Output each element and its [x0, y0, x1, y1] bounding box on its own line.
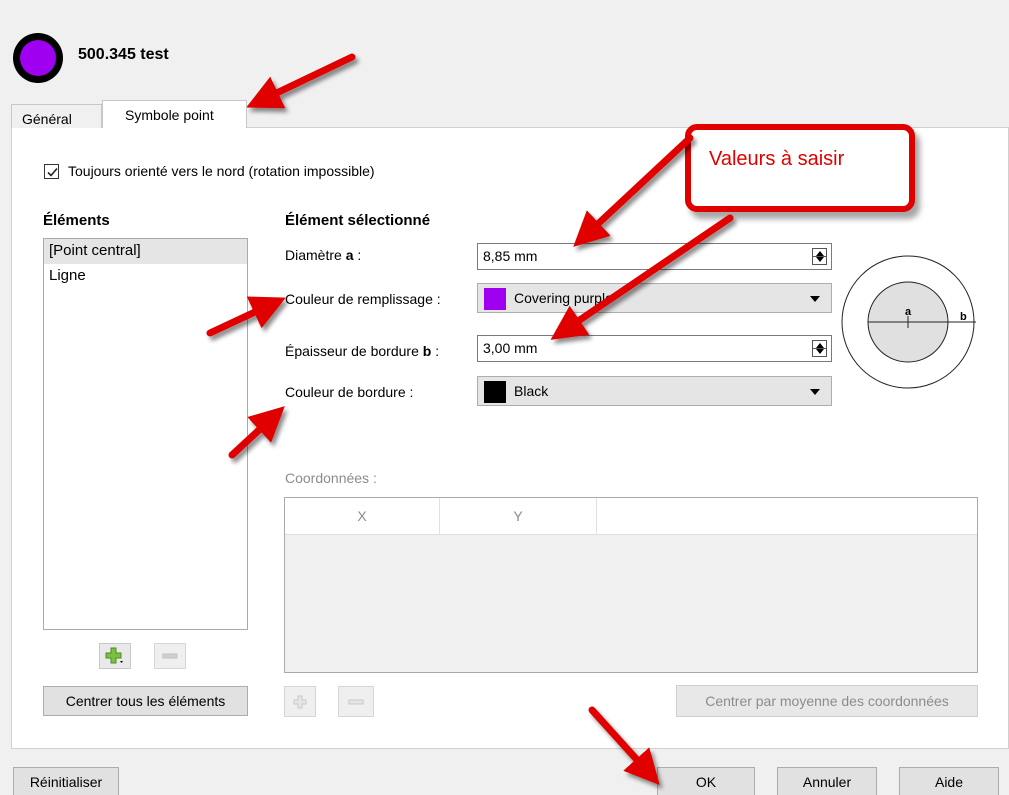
- diameter-label: Diamètre a :: [285, 247, 362, 263]
- annotation-callout: Valeurs à saisir: [685, 124, 915, 212]
- diameter-spin-button[interactable]: [812, 248, 827, 265]
- selected-element-title: Élément sélectionné: [285, 212, 431, 229]
- diagram-label-a: a: [905, 306, 912, 318]
- add-element-button[interactable]: [99, 643, 131, 669]
- ok-button[interactable]: OK: [657, 767, 755, 795]
- north-orientation-checkbox[interactable]: [44, 164, 59, 179]
- minus-icon: [162, 653, 178, 659]
- purple-swatch-icon: [484, 288, 506, 310]
- center-all-elements-button[interactable]: Centrer tous les éléments: [43, 686, 248, 716]
- diagram-label-b: b: [960, 311, 967, 323]
- border-color-label: Couleur de bordure :: [285, 384, 414, 400]
- add-coordinate-button[interactable]: [284, 686, 316, 717]
- border-color-combobox[interactable]: Black: [477, 376, 832, 406]
- remove-coordinate-button[interactable]: [338, 686, 374, 717]
- black-swatch-icon: [484, 381, 506, 403]
- dialog-title: 500.345 test: [78, 46, 169, 63]
- symbol-preview-icon: [13, 33, 63, 83]
- reset-button[interactable]: Réinitialiser: [13, 767, 119, 795]
- diameter-value: 8,85 mm: [483, 248, 538, 264]
- border-color-value: Black: [514, 383, 549, 399]
- elements-list[interactable]: [Point central] Ligne: [43, 238, 248, 630]
- plus-icon: [293, 695, 307, 708]
- coordinates-table[interactable]: X Y: [284, 497, 978, 673]
- column-header-x[interactable]: X: [285, 498, 440, 534]
- column-header-y[interactable]: Y: [440, 498, 597, 534]
- border-width-input[interactable]: 3,00 mm: [477, 335, 832, 362]
- border-width-label: Épaisseur de bordure b :: [285, 343, 440, 359]
- remove-element-button[interactable]: [154, 643, 186, 669]
- list-item[interactable]: [Point central]: [44, 239, 247, 264]
- north-orientation-label[interactable]: Toujours orienté vers le nord (rotation …: [68, 163, 375, 179]
- tab-general[interactable]: Général: [11, 104, 102, 128]
- coordinates-label: Coordonnées :: [285, 470, 377, 486]
- help-button[interactable]: Aide: [899, 767, 999, 795]
- annotation-callout-text: Valeurs à saisir: [709, 148, 845, 170]
- chevron-down-icon: [810, 389, 820, 395]
- symbol-dimension-diagram: a b: [841, 255, 976, 389]
- minus-icon: [348, 699, 364, 704]
- border-width-spin-button[interactable]: [812, 340, 827, 357]
- check-icon: [47, 167, 58, 177]
- list-item[interactable]: Ligne: [44, 264, 247, 289]
- fill-color-combobox[interactable]: Covering purple: [477, 283, 832, 313]
- plus-dropdown-icon: [105, 647, 123, 664]
- center-by-average-button[interactable]: Centrer par moyenne des coordonnées: [676, 685, 978, 717]
- border-width-value: 3,00 mm: [483, 340, 538, 356]
- fill-color-label: Couleur de remplissage :: [285, 291, 441, 307]
- diameter-input[interactable]: 8,85 mm: [477, 243, 832, 270]
- chevron-down-icon: [810, 296, 820, 302]
- tab-symbole-point[interactable]: Symbole point: [102, 100, 247, 128]
- arrow-to-tab-icon: [246, 53, 356, 109]
- elements-title: Éléments: [43, 212, 110, 229]
- cancel-button[interactable]: Annuler: [777, 767, 877, 795]
- fill-color-value: Covering purple: [514, 290, 613, 306]
